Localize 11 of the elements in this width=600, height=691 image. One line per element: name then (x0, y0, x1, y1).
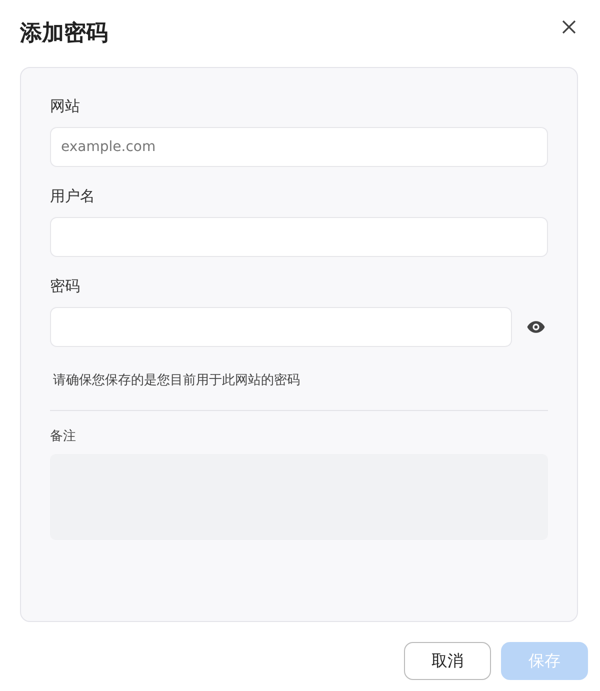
website-field[interactable]: example.com (50, 127, 548, 167)
hint-text: 请确保您保存的是您目前用于此网站的密码 (53, 372, 300, 390)
notes-label: 备注 (50, 428, 76, 445)
field-label: 用户名 (50, 186, 96, 206)
field-label: 密码 (50, 276, 81, 296)
dialog-title: 添加密码 (20, 20, 108, 48)
username-field[interactable] (50, 217, 548, 257)
cancel-button[interactable]: 取消 (404, 642, 491, 680)
password-field[interactable] (50, 307, 512, 347)
close-icon[interactable] (562, 20, 576, 34)
field-label: 网站 (50, 96, 81, 116)
